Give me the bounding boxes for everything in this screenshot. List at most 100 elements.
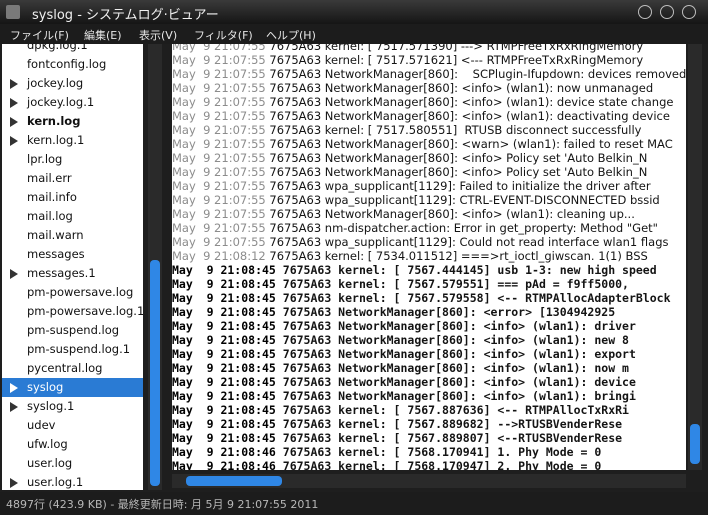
log-horizontal-scroll-thumb[interactable]	[186, 476, 282, 486]
log-message: 7675A63 kernel: [ 7517.580551] RTUSB dis…	[265, 123, 642, 137]
log-line[interactable]: May 9 21:07:55 7675A63 NetworkManager[86…	[172, 109, 670, 123]
log-line[interactable]: May 9 21:08:45 7675A63 NetworkManager[86…	[172, 305, 615, 319]
file-item[interactable]: messages.1	[2, 264, 143, 283]
log-line[interactable]: May 9 21:07:55 7675A63 wpa_supplicant[11…	[172, 179, 651, 193]
file-item[interactable]: jockey.log	[2, 74, 143, 93]
log-message: 7675A63 NetworkManager[860]: <info> (wla…	[275, 375, 636, 389]
file-item[interactable]: udev	[2, 416, 143, 435]
log-timestamp: May 9 21:07:55	[172, 67, 266, 81]
file-item[interactable]: kern.log.1	[2, 131, 143, 150]
log-line[interactable]: May 9 21:07:55 7675A63 kernel: [ 7517.57…	[172, 44, 643, 53]
close-icon[interactable]	[682, 5, 696, 19]
log-line[interactable]: May 9 21:07:55 7675A63 NetworkManager[86…	[172, 151, 647, 165]
log-line[interactable]: May 9 21:07:55 7675A63 NetworkManager[86…	[172, 95, 673, 109]
file-item[interactable]: pm-powersave.log	[2, 283, 143, 302]
log-line[interactable]: May 9 21:07:55 7675A63 NetworkManager[86…	[172, 207, 635, 221]
maximize-icon[interactable]	[660, 5, 674, 19]
log-line[interactable]: May 9 21:08:45 7675A63 kernel: [ 7567.88…	[172, 403, 629, 417]
file-item[interactable]: mail.log	[2, 207, 143, 226]
file-item[interactable]: lpr.log	[2, 150, 143, 169]
file-item[interactable]: fontconfig.log	[2, 55, 143, 74]
log-line[interactable]: May 9 21:07:55 7675A63 nm-dispatcher.act…	[172, 221, 658, 235]
syslog-viewer-window: syslog - システムログ·ビュアー ファイル(F) 編集(E) 表示(V)…	[0, 0, 708, 515]
file-item[interactable]: mail.err	[2, 169, 143, 188]
file-item[interactable]: syslog	[2, 378, 143, 397]
log-line[interactable]: May 9 21:08:45 7675A63 NetworkManager[86…	[172, 333, 629, 347]
log-line[interactable]: May 9 21:07:55 7675A63 NetworkManager[86…	[172, 81, 653, 95]
log-line[interactable]: May 9 21:08:45 7675A63 kernel: [ 7567.57…	[172, 291, 671, 305]
log-timestamp: May 9 21:08:45	[172, 431, 276, 445]
file-item[interactable]: dpkg.log.1	[2, 44, 143, 55]
log-line[interactable]: May 9 21:08:45 7675A63 NetworkManager[86…	[172, 361, 629, 375]
minimize-icon[interactable]	[638, 5, 652, 19]
file-item[interactable]: pm-suspend.log	[2, 321, 143, 340]
file-item[interactable]: pycentral.log	[2, 359, 143, 378]
log-line[interactable]: May 9 21:08:12 7675A63 kernel: [ 7534.01…	[172, 249, 648, 263]
log-line[interactable]: May 9 21:07:55 7675A63 kernel: [ 7517.58…	[172, 123, 641, 137]
log-timestamp: May 9 21:08:45	[172, 417, 276, 431]
log-timestamp: May 9 21:07:55	[172, 151, 266, 165]
log-vertical-scroll-thumb[interactable]	[690, 424, 700, 464]
log-line[interactable]: May 9 21:08:45 7675A63 kernel: [ 7567.88…	[172, 431, 622, 445]
title-bar[interactable]: syslog - システムログ·ビュアー	[0, 0, 708, 25]
log-line[interactable]: May 9 21:08:46 7675A63 kernel: [ 7568.17…	[172, 459, 601, 470]
menu-edit[interactable]: 編集(E)	[84, 27, 122, 43]
log-line[interactable]: May 9 21:07:55 7675A63 wpa_supplicant[11…	[172, 193, 660, 207]
log-line[interactable]: May 9 21:08:45 7675A63 NetworkManager[86…	[172, 375, 636, 389]
file-item[interactable]: user.log.1	[2, 473, 143, 490]
log-timestamp: May 9 21:08:45	[172, 291, 276, 305]
log-timestamp: May 9 21:07:55	[172, 53, 266, 67]
log-file-list[interactable]: dpkg.log.1 fontconfig.log jockey.log jockey…	[2, 44, 143, 490]
menu-filter[interactable]: フィルタ(F)	[194, 27, 253, 43]
log-line[interactable]: May 9 21:08:45 7675A63 NetworkManager[86…	[172, 347, 636, 361]
file-item-label: mail.info	[27, 190, 77, 204]
log-view[interactable]: May 9 21:07:55 7675A63 kernel: [ 7517.57…	[172, 44, 686, 470]
expander-arrow-icon[interactable]	[10, 269, 18, 279]
log-timestamp: May 9 21:08:45	[172, 403, 276, 417]
log-line[interactable]: May 9 21:08:45 7675A63 kernel: [ 7567.44…	[172, 263, 657, 277]
menu-view[interactable]: 表示(V)	[139, 27, 177, 43]
file-item[interactable]: pm-powersave.log.1	[2, 302, 143, 321]
expander-arrow-icon[interactable]	[10, 117, 18, 127]
log-line[interactable]: May 9 21:07:55 7675A63 kernel: [ 7517.57…	[172, 53, 643, 67]
file-list-scroll-thumb[interactable]	[150, 260, 160, 486]
log-message: 7675A63 nm-dispatcher.action: Error in g…	[265, 221, 658, 235]
log-line[interactable]: May 9 21:07:55 7675A63 NetworkManager[86…	[172, 165, 647, 179]
log-line[interactable]: May 9 21:08:46 7675A63 kernel: [ 7568.17…	[172, 445, 601, 459]
log-line[interactable]: May 9 21:08:45 7675A63 NetworkManager[86…	[172, 319, 636, 333]
log-line[interactable]: May 9 21:08:45 7675A63 NetworkManager[86…	[172, 389, 636, 403]
log-message: 7675A63 wpa_supplicant[1129]: Could not …	[265, 235, 669, 249]
file-list-scrollbar[interactable]	[148, 44, 162, 490]
log-line[interactable]: May 9 21:08:45 7675A63 kernel: [ 7567.57…	[172, 277, 629, 291]
log-line[interactable]: May 9 21:08:45 7675A63 kernel: [ 7567.88…	[172, 417, 622, 431]
menu-file[interactable]: ファイル(F)	[10, 27, 69, 43]
file-item[interactable]: user.log	[2, 454, 143, 473]
log-line[interactable]: May 9 21:07:55 7675A63 NetworkManager[86…	[172, 67, 686, 81]
expander-arrow-icon[interactable]	[10, 402, 18, 412]
log-message: 7675A63 NetworkManager[860]: <error> [13…	[275, 305, 616, 319]
file-item[interactable]: kern.log	[2, 112, 143, 131]
file-item[interactable]: mail.warn	[2, 226, 143, 245]
file-item[interactable]: pm-suspend.log.1	[2, 340, 143, 359]
log-line[interactable]: May 9 21:07:55 7675A63 wpa_supplicant[11…	[172, 235, 669, 249]
expander-arrow-icon[interactable]	[10, 383, 18, 393]
expander-arrow-icon[interactable]	[10, 79, 18, 89]
file-item[interactable]: jockey.log.1	[2, 93, 143, 112]
log-message: 7675A63 NetworkManager[860]: <info> (wla…	[275, 319, 636, 333]
log-message: 7675A63 NetworkManager[860]: <info> Poli…	[265, 151, 648, 165]
file-item[interactable]: mail.info	[2, 188, 143, 207]
expander-arrow-icon[interactable]	[10, 98, 18, 108]
expander-arrow-icon[interactable]	[10, 136, 18, 146]
menu-help[interactable]: ヘルプ(H)	[266, 27, 316, 43]
file-item-label: udev	[27, 418, 56, 432]
file-item[interactable]: ufw.log	[2, 435, 143, 454]
file-item-label: dpkg.log.1	[27, 44, 88, 52]
expander-arrow-icon[interactable]	[10, 478, 18, 488]
file-item[interactable]: messages	[2, 245, 143, 264]
file-item-label: kern.log	[27, 114, 81, 128]
log-timestamp: May 9 21:07:55	[172, 109, 266, 123]
log-horizontal-scrollbar[interactable]	[172, 474, 686, 488]
log-vertical-scrollbar[interactable]	[688, 44, 702, 470]
log-line[interactable]: May 9 21:07:55 7675A63 NetworkManager[86…	[172, 137, 673, 151]
file-item[interactable]: syslog.1	[2, 397, 143, 416]
